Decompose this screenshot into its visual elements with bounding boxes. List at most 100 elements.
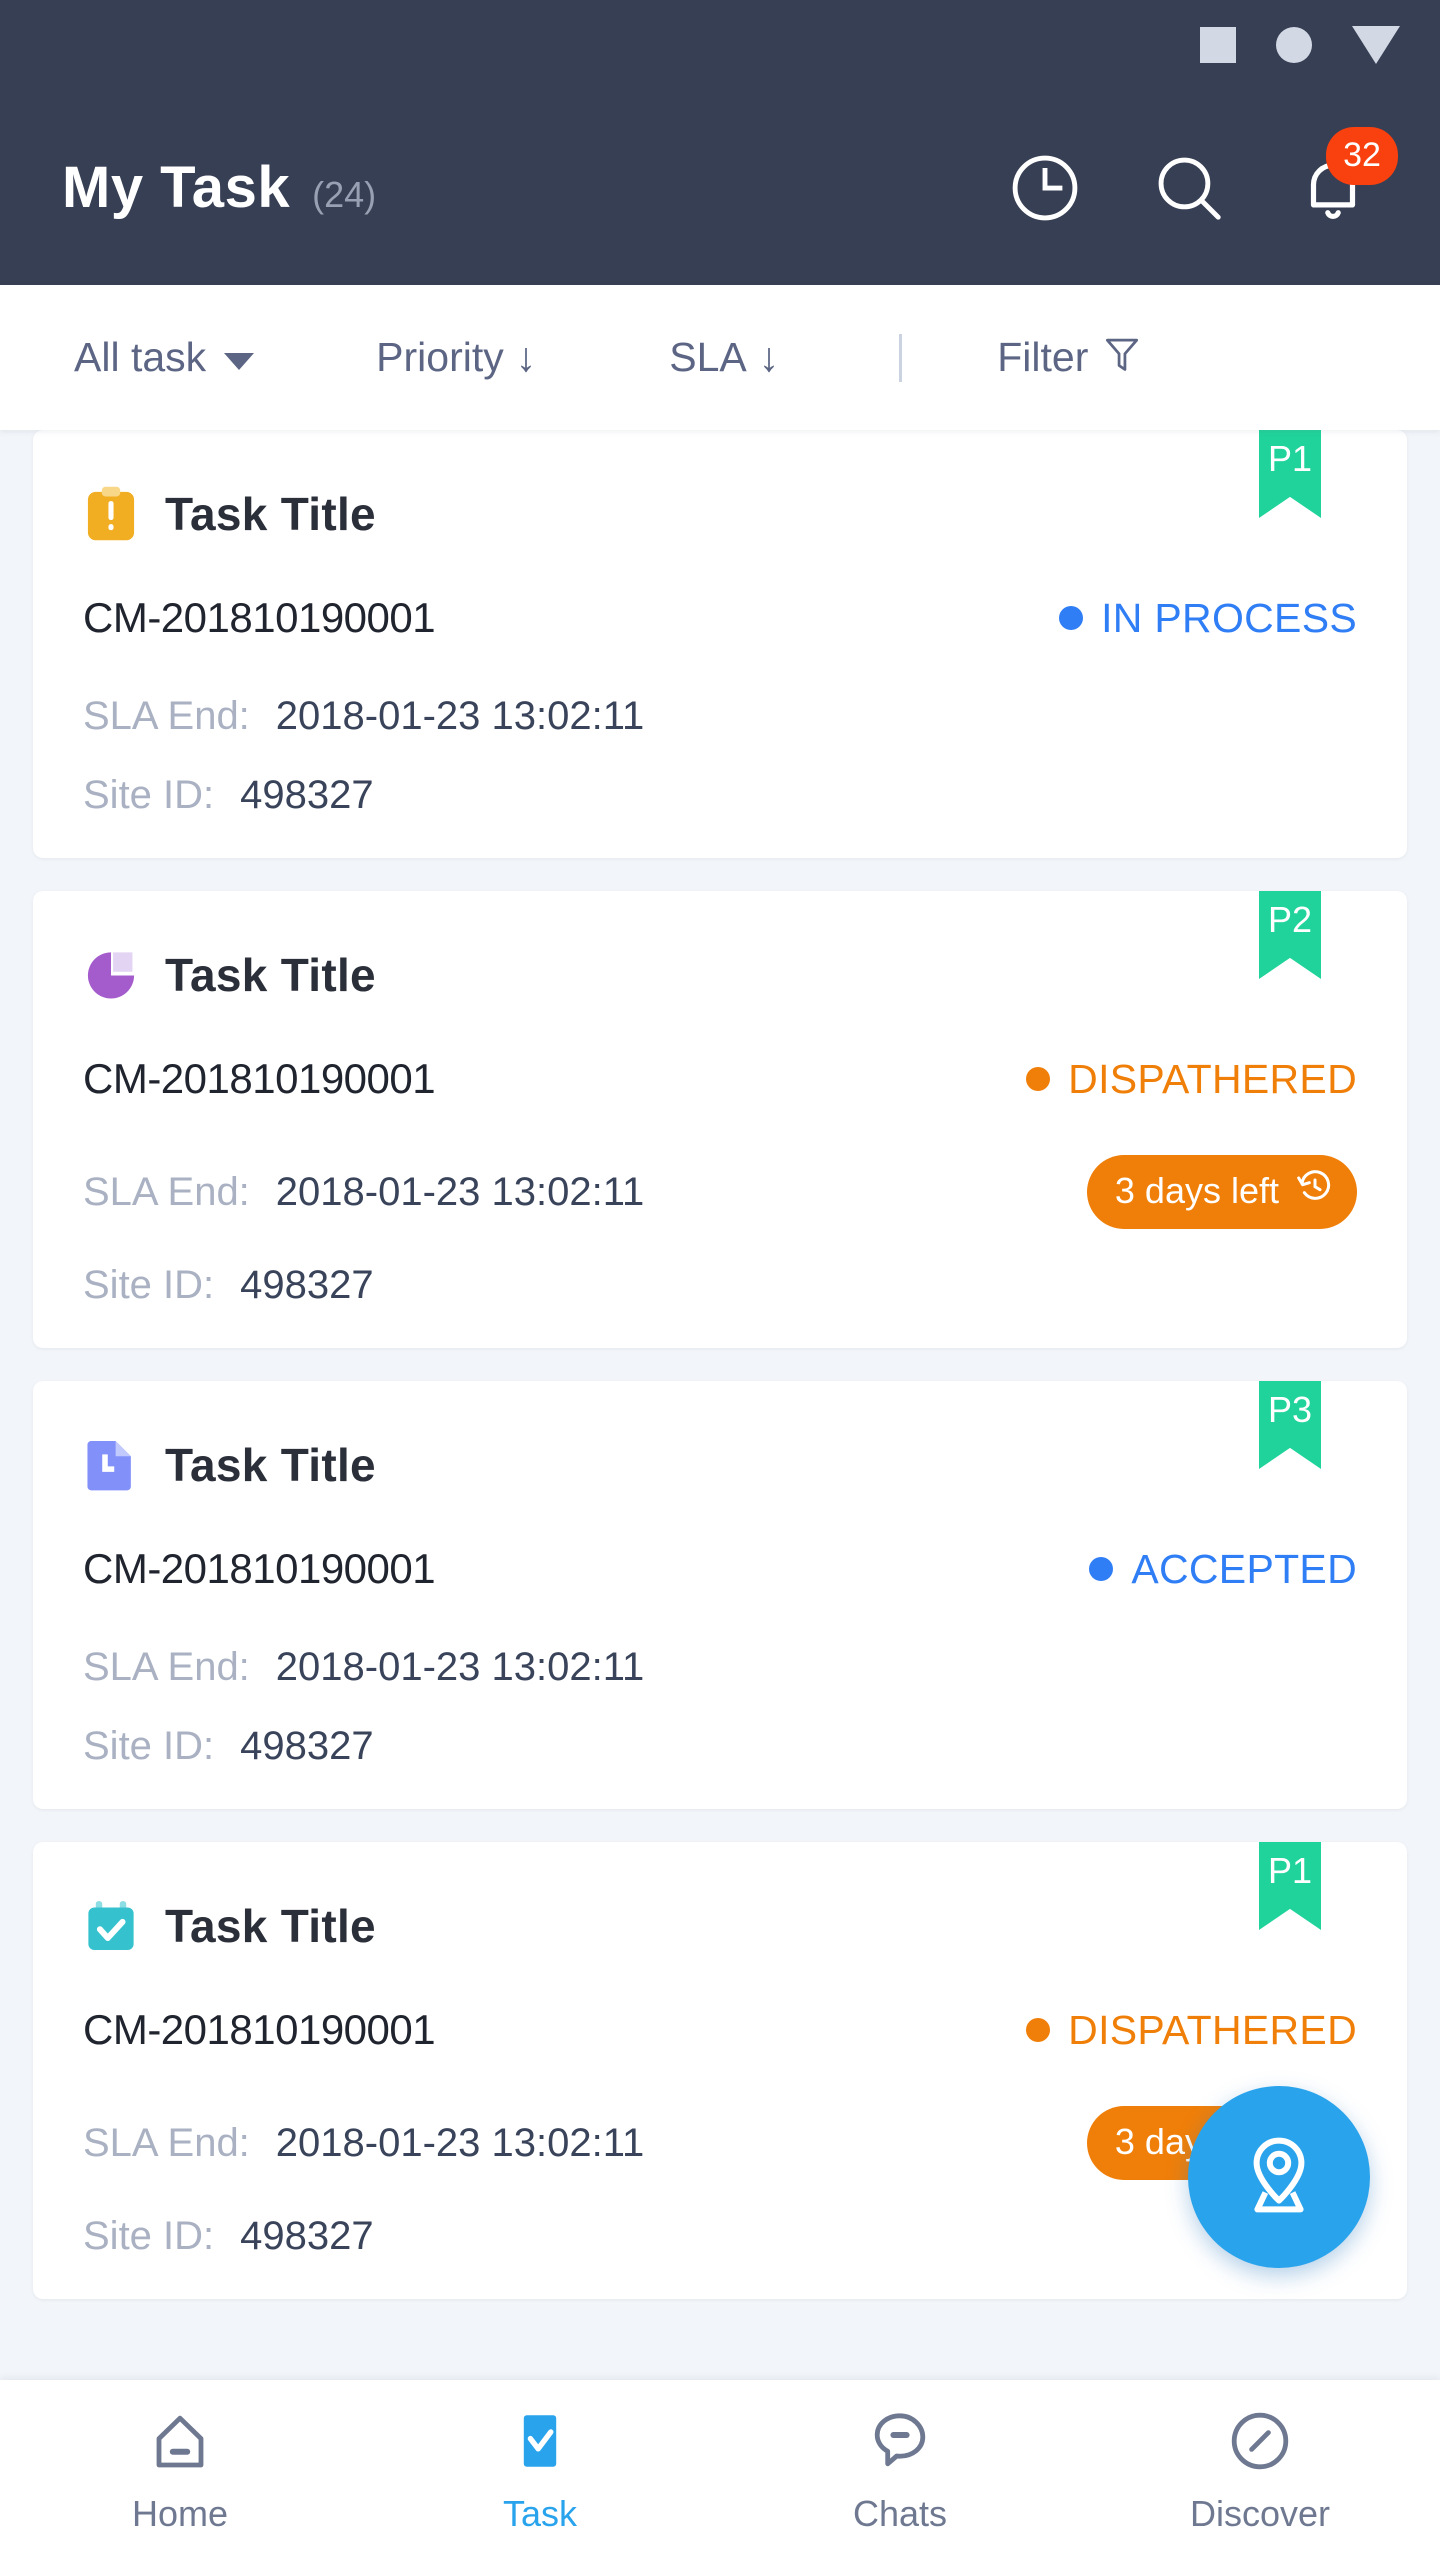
site-id-label: Site ID: [83,1263,215,1307]
sla-end-meta: SLA End: 2018-01-23 13:02:11 [83,2121,644,2166]
status-dot-icon [1026,2018,1051,2042]
task-count-label: (24) [312,174,377,215]
sla-countdown-pill[interactable]: 3 days left [1086,1155,1357,1229]
site-id-label: Site ID: [83,773,215,817]
chat-icon [864,2405,936,2477]
task-title-text: Task Title [165,1900,376,1952]
task-code-row: CM-201810190001 IN PROCESS [83,594,1357,642]
nav-label-discover: Discover [1189,2493,1331,2534]
task-title-row: Task Title [83,1435,1357,1495]
site-id-value: 498327 [240,1724,374,1768]
app-bar-actions: 32 [1006,126,1398,227]
nav-item-discover[interactable]: Discover [1080,2380,1440,2560]
history-button[interactable] [1006,149,1084,227]
sla-end-value: 2018-01-23 13:02:11 [275,1169,645,1214]
history-clock-icon [1295,1166,1335,1215]
site-id-value: 498327 [240,1263,374,1307]
nav-label-chats: Chats [852,2493,948,2534]
status-label: DISPATHERED [1068,1055,1357,1102]
task-code: CM-201810190001 [83,1545,436,1592]
task-title-row: Task Title [83,484,1357,544]
status-label: IN PROCESS [1101,594,1357,641]
status-label: ACCEPTED [1131,1545,1357,1592]
task-title-text: Task Title [165,488,376,540]
task-title-row: Task Title [83,945,1357,1005]
site-id-row: Site ID: 498327 [83,1724,1357,1769]
bottom-navigation: Home Task Chats Discover [0,2380,1440,2560]
filter-divider [899,333,903,382]
site-id-row: Site ID: 498327 [83,773,1357,818]
sla-end-meta: SLA End: 2018-01-23 13:02:11 [83,1170,644,1215]
nav-item-home[interactable]: Home [0,2380,360,2560]
task-card[interactable]: P1 Task Title CM-201810190001 DISPATHERED SL… [33,1842,1407,2299]
clock-icon [1006,149,1084,227]
home-icon [144,2405,216,2477]
sla-end-row: SLA End: 2018-01-23 13:02:11 [83,694,1357,739]
task-code: CM-201810190001 [83,594,436,641]
priority-label: P1 [1267,1850,1313,1891]
task-code-row: CM-201810190001 DISPATHERED [83,1055,1357,1103]
sort-priority-button[interactable]: Priority ↓ [376,334,536,381]
status-badge: IN PROCESS [1059,595,1357,642]
square-indicator-icon [1200,27,1236,63]
all-task-label: All task [74,334,207,380]
priority-label: P2 [1267,899,1313,940]
sla-end-label: SLA End: [83,2120,250,2165]
task-list[interactable]: P1 Task Title CM-201810190001 IN PROCESS SLA… [0,430,1440,2380]
search-button[interactable] [1150,149,1228,227]
sla-end-meta: SLA End: 2018-01-23 13:02:11 [83,1645,644,1690]
task-card[interactable]: P3 Task Title CM-201810190001 ACCEPTED SLA E… [33,1381,1407,1809]
sla-end-label: SLA End: [83,1169,250,1214]
filter-bar: All task Priority ↓ SLA ↓ Filter [0,285,1440,430]
sla-end-row: SLA End: 2018-01-23 13:02:11 [83,1645,1357,1690]
sla-end-row: SLA End: 2018-01-23 13:02:11 3 days left [83,1155,1357,1229]
nav-item-chats[interactable]: Chats [720,2380,1080,2560]
search-icon [1150,149,1228,227]
nav-item-task[interactable]: Task [360,2380,720,2560]
site-id-meta: Site ID: 498327 [83,1724,374,1769]
task-card[interactable]: P1 Task Title CM-201810190001 IN PROCESS SLA… [33,430,1407,858]
compass-icon [1224,2405,1296,2477]
sort-sla-button[interactable]: SLA ↓ [669,334,779,381]
chevron-down-icon [224,353,255,370]
nav-label-home: Home [131,2493,229,2534]
task-code: CM-201810190001 [83,2006,436,2053]
triangle-indicator-icon [1352,26,1400,64]
all-task-dropdown[interactable]: All task [74,334,255,381]
site-id-value: 498327 [240,773,374,817]
task-code-row: CM-201810190001 ACCEPTED [83,1545,1357,1593]
site-id-label: Site ID: [83,2214,215,2258]
task-code-row: CM-201810190001 DISPATHERED [83,2006,1357,2054]
sla-countdown-label: 3 days left [1114,1169,1279,1211]
status-bar [0,0,1440,90]
site-id-row: Site ID: 498327 [83,1263,1357,1308]
status-dot-icon [1089,1557,1114,1581]
arrow-down-icon: ↓ [515,334,537,380]
sla-end-meta: SLA End: 2018-01-23 13:02:11 [83,694,644,739]
pie-chart-icon [83,945,139,1005]
status-dot-icon [1026,1067,1051,1091]
site-id-meta: Site ID: 498327 [83,2214,374,2259]
circle-indicator-icon [1276,27,1312,63]
filter-button[interactable]: Filter [997,331,1144,385]
status-badge: ACCEPTED [1089,1546,1357,1593]
sla-end-label: SLA End: [83,1645,250,1689]
notification-badge: 32 [1326,126,1398,185]
sla-end-value: 2018-01-23 13:02:11 [275,694,645,738]
task-check-icon [504,2405,576,2477]
sla-end-row: SLA End:2018-01-23 13:02:113 days left [83,2106,1357,2180]
sla-label: SLA [669,334,747,380]
map-fab-button[interactable] [1188,2086,1370,2268]
sla-end-value: 2018-01-23 13:02:11 [275,1645,645,1689]
priority-label: Priority [376,334,504,380]
notifications-button[interactable]: 32 [1294,126,1398,227]
site-id-value: 498327 [240,2214,374,2258]
site-id-label: Site ID: [83,1724,215,1768]
status-dot-icon [1059,606,1084,630]
task-code: CM-201810190001 [83,1055,436,1102]
task-card[interactable]: P2 Task Title CM-201810190001 DISPATHERED SL… [33,891,1407,1348]
arrow-down-icon: ↓ [758,334,780,380]
sla-end-label: SLA End: [83,694,250,738]
nav-label-task: Task [502,2493,578,2534]
document-icon [83,1435,139,1495]
